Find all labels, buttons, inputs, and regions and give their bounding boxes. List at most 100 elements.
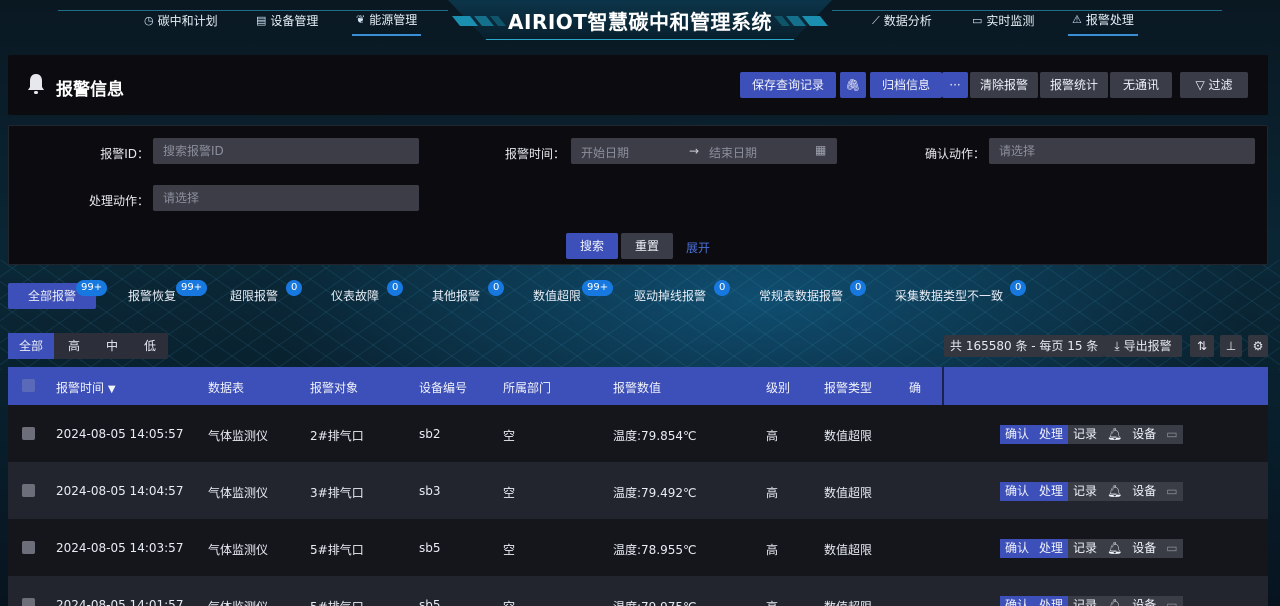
export-alarms-button[interactable]: ⤓ 导出报警 — [1104, 335, 1182, 357]
row-actions: 确认 处理 记录 🔔︎ 设备 ▭ — [1000, 596, 1183, 606]
confirm-button[interactable]: 确认 — [1000, 425, 1035, 444]
reset-button[interactable]: 重置 — [621, 233, 673, 259]
clock-circle-icon: ◷ — [144, 14, 154, 27]
record-button[interactable]: 记录 — [1068, 596, 1103, 606]
tab-badge: 99+ — [176, 280, 208, 296]
tab-value-over-limit[interactable]: 数值超限 — [533, 283, 581, 309]
handle-button[interactable]: 处理 — [1034, 425, 1069, 444]
cell-value: 温度:79.975℃ — [613, 598, 697, 606]
cell-department: 空 — [503, 486, 516, 500]
tab-data-type-mismatch[interactable]: 采集数据类型不一致 — [895, 283, 1003, 309]
record-button[interactable]: 记录 — [1068, 482, 1103, 501]
settings-button[interactable]: ⚙ — [1248, 335, 1268, 357]
row-checkbox[interactable] — [22, 484, 35, 497]
start-date-placeholder: 开始日期 — [581, 146, 630, 160]
handle-button[interactable]: 处理 — [1034, 539, 1069, 558]
table-row[interactable]: 2024-08-05 14:05:57 气体监测仪 2#排气口 sb2 空 温度… — [8, 405, 1268, 462]
table-row[interactable]: 2024-08-05 14:03:57 气体监测仪 5#排气口 sb5 空 温度… — [8, 519, 1268, 576]
attach-button[interactable]: 🖇 — [840, 72, 866, 98]
sort-desc-icon: ▼ — [107, 384, 116, 395]
confirm-action-select[interactable] — [989, 138, 1255, 164]
more-options-button[interactable]: ··· — [942, 72, 968, 98]
cell-type: 数值超限 — [824, 543, 873, 557]
tab-alarm-recovery[interactable]: 报警恢复 — [128, 283, 176, 309]
confirm-button[interactable]: 确认 — [1000, 539, 1035, 558]
device-button[interactable]: 设备 — [1127, 425, 1162, 444]
level-medium[interactable]: 中 — [94, 333, 130, 359]
sort-icon: ⇅ — [1196, 339, 1208, 353]
level-all[interactable]: 全部 — [8, 333, 54, 359]
nav-item-carbon-plan[interactable]: ◷ 碳中和计划 — [144, 6, 218, 36]
column-device-id: 设备编号 — [419, 381, 468, 395]
alarm-time-range[interactable]: 开始日期 → 结束日期 ▦ — [571, 138, 837, 164]
nav-label: 设备管理 — [270, 14, 319, 28]
cell-time: 2024-08-05 14:01:57 — [56, 598, 184, 606]
cell-device: sb5 — [419, 541, 441, 555]
select-all-checkbox[interactable] — [22, 379, 35, 392]
nav-label: 实时监测 — [986, 14, 1035, 28]
table-row[interactable]: 2024-08-05 14:01:57 气体监测仪 5#排气口 sb5 空 温度… — [8, 576, 1268, 606]
alarm-icon: ⚠ — [1072, 13, 1082, 26]
no-communication-button[interactable]: 无通讯 — [1110, 72, 1172, 98]
tab-driver-offline[interactable]: 驱动掉线报警 — [634, 283, 706, 309]
tab-other-alarms[interactable]: 其他报警 — [432, 283, 480, 309]
alarm-stats-button[interactable]: 报警统计 — [1040, 72, 1108, 98]
device-button[interactable]: 设备 — [1127, 596, 1162, 606]
handle-button[interactable]: 处理 — [1034, 482, 1069, 501]
column-alarm-time[interactable]: 报警时间 ▼ — [56, 379, 116, 396]
cell-table: 气体监测仪 — [208, 429, 269, 443]
tab-over-limit[interactable]: 超限报警 — [230, 283, 278, 309]
cell-device: sb2 — [419, 427, 441, 441]
nav-item-realtime-monitor[interactable]: ▭ 实时监测 — [972, 6, 1034, 36]
cell-department: 空 — [503, 598, 515, 606]
level-high[interactable]: 高 — [56, 333, 92, 359]
nav-item-alarm-handling[interactable]: ⚠ 报警处理 — [1068, 6, 1138, 36]
column-height-button[interactable]: ⊥ — [1220, 335, 1242, 357]
bell-icon[interactable]: 🔔︎ — [1102, 539, 1128, 558]
confirm-button[interactable]: 确认 — [1000, 596, 1035, 606]
calendar-icon: ▦ — [815, 143, 827, 157]
nav-item-energy-management[interactable]: ❦ 能源管理 — [352, 6, 422, 36]
video-icon[interactable]: ▭ — [1161, 425, 1183, 444]
alarm-id-input[interactable] — [153, 138, 419, 164]
handle-button[interactable]: 处理 — [1034, 596, 1069, 606]
archive-button[interactable]: 归档信息 — [870, 72, 942, 98]
column-alarm-value: 报警数值 — [613, 381, 662, 395]
row-checkbox[interactable] — [22, 598, 35, 606]
clear-alarm-button[interactable]: 清除报警 — [970, 72, 1038, 98]
row-checkbox[interactable] — [22, 541, 35, 554]
table-row[interactable]: 2024-08-05 14:04:57 气体监测仪 3#排气口 sb3 空 温度… — [8, 462, 1268, 519]
record-button[interactable]: 记录 — [1068, 539, 1103, 558]
confirm-button[interactable]: 确认 — [1000, 482, 1035, 501]
bell-icon — [28, 74, 44, 94]
row-checkbox[interactable] — [22, 427, 35, 440]
nav-label: 数据分析 — [883, 14, 932, 28]
video-icon[interactable]: ▭ — [1161, 482, 1183, 501]
bell-icon[interactable]: 🔔︎ — [1102, 596, 1128, 606]
gear-icon: ⚙ — [1252, 339, 1264, 353]
alarm-header-panel: 报警信息 保存查询记录 🖇 归档信息 ··· 清除报警 报警统计 无通讯 ▽ 过… — [8, 55, 1268, 115]
level-low[interactable]: 低 — [132, 333, 168, 359]
save-query-button[interactable]: 保存查询记录 — [740, 72, 836, 98]
filter-button[interactable]: ▽ 过滤 — [1180, 72, 1248, 98]
nav-item-data-analysis[interactable]: ⟋ 数据分析 — [872, 6, 932, 36]
tab-badge: 99+ — [582, 280, 614, 296]
cell-device: sb5 — [419, 598, 441, 606]
bell-icon[interactable]: 🔔︎ — [1102, 482, 1128, 501]
cell-type: 数值超限 — [824, 598, 872, 606]
sprout-icon: ❦ — [356, 13, 366, 26]
expand-link[interactable]: 展开 — [686, 239, 710, 256]
bell-icon[interactable]: 🔔︎ — [1102, 425, 1128, 444]
video-icon[interactable]: ▭ — [1161, 539, 1183, 558]
nav-item-device-management[interactable]: ▤ 设备管理 — [256, 6, 318, 36]
handle-action-select[interactable] — [153, 185, 419, 211]
search-button[interactable]: 搜索 — [566, 233, 618, 259]
tab-instrument-fault[interactable]: 仪表故障 — [331, 283, 379, 309]
tab-regular-table-alarm[interactable]: 常规表数据报警 — [759, 283, 843, 309]
video-icon[interactable]: ▭ — [1161, 596, 1183, 606]
cell-table: 气体监测仪 — [208, 598, 268, 606]
record-button[interactable]: 记录 — [1068, 425, 1103, 444]
sort-order-button[interactable]: ⇅ — [1190, 335, 1214, 357]
device-button[interactable]: 设备 — [1127, 539, 1162, 558]
device-button[interactable]: 设备 — [1127, 482, 1162, 501]
